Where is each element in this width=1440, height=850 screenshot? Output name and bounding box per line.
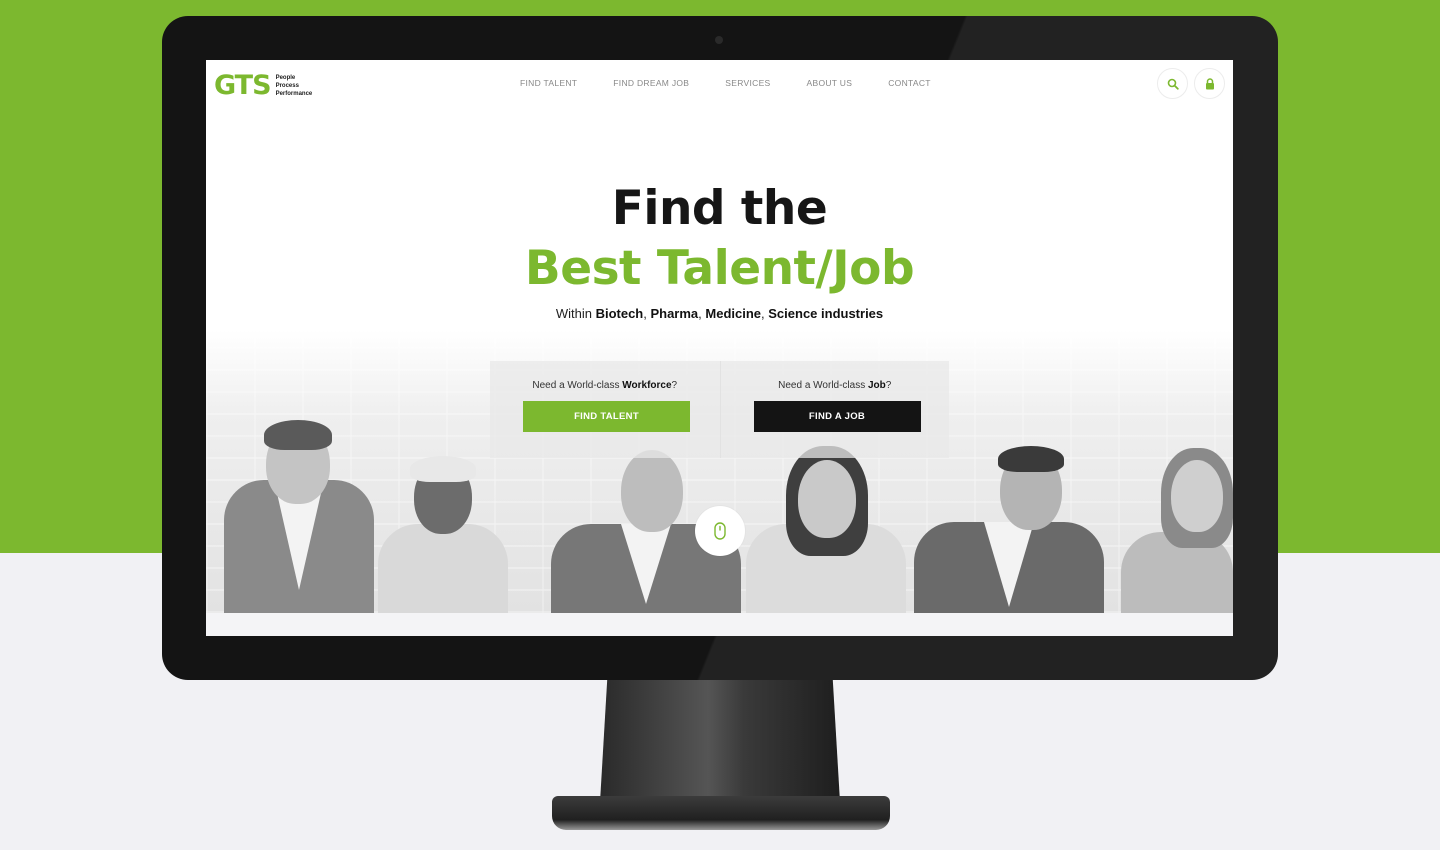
logo-tag-people: People	[275, 74, 296, 81]
industry-medicine: Medicine	[705, 306, 762, 321]
camera-dot	[715, 36, 723, 44]
nav-find-dream-job[interactable]: FIND DREAM JOB	[613, 78, 689, 88]
cta-talent-label: Need a World-class Workforce?	[532, 380, 678, 391]
main-nav: FIND TALENT FIND DREAM JOB SERVICES ABOU…	[520, 78, 967, 88]
monitor-stand-base	[552, 796, 890, 830]
cta-job-label: Need a World-class Job?	[778, 380, 892, 391]
logo-tag-performance: Performance	[275, 90, 313, 97]
login-button[interactable]	[1194, 68, 1225, 99]
monitor-stand-neck	[600, 680, 840, 802]
nav-find-talent[interactable]: FIND TALENT	[520, 78, 577, 88]
find-a-job-button[interactable]: FIND A JOB	[753, 401, 921, 432]
hero-subtitle: Within Biotech, Pharma, Medicine, Scienc…	[555, 306, 884, 321]
find-talent-button[interactable]: FIND TALENT	[523, 401, 690, 432]
nav-about-us[interactable]: ABOUT US	[807, 78, 853, 88]
industry-science: Science industries	[768, 306, 884, 321]
industry-biotech: Biotech	[595, 306, 644, 321]
hero-title-line1: Find the	[611, 181, 828, 236]
hero-title-line2: Best Talent/Job	[524, 241, 915, 296]
logo-tagline: People Process Performance	[276, 74, 313, 98]
lock-icon	[1205, 77, 1214, 89]
logo-mark: GTS	[214, 70, 272, 101]
search-button[interactable]	[1157, 68, 1188, 99]
cta-talent-box: Need a World-class Workforce? FIND TALEN…	[490, 361, 720, 458]
cta-panel: Need a World-class Workforce? FIND TALEN…	[490, 361, 949, 458]
scroll-down-indicator[interactable]	[695, 506, 745, 556]
logo-tag-process: Process	[275, 82, 299, 89]
nav-services[interactable]: SERVICES	[725, 78, 770, 88]
industry-pharma: Pharma	[650, 306, 699, 321]
gts-logo[interactable]: GTS People Process Performance	[214, 70, 312, 101]
mouse-icon	[714, 522, 726, 540]
nav-contact[interactable]: CONTACT	[888, 78, 931, 88]
search-icon	[1167, 78, 1179, 90]
screen-bottom-strip	[206, 613, 1233, 636]
cta-job-box: Need a World-class Job? FIND A JOB	[719, 361, 950, 458]
website-screen: GTS People Process Performance FIND TALE…	[206, 60, 1233, 636]
